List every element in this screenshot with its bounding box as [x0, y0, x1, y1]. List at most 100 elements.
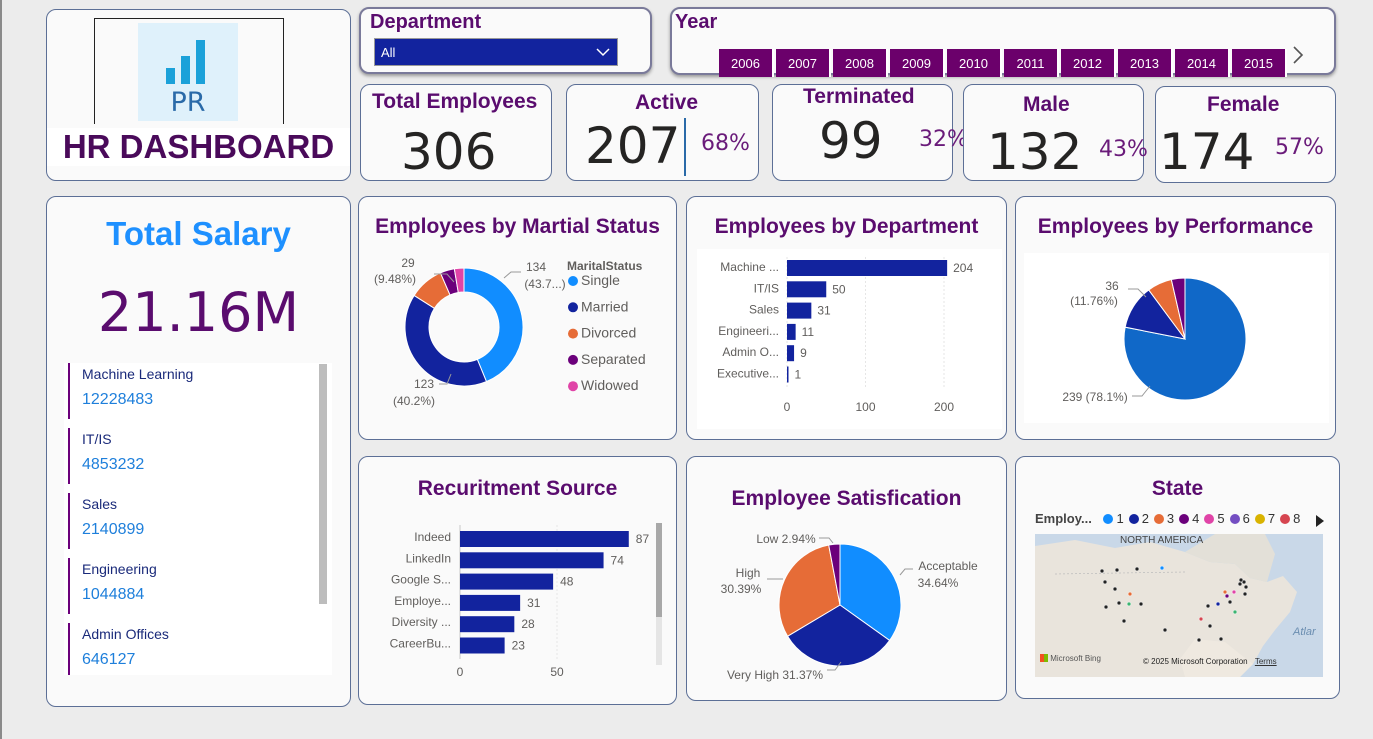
y-tick-label: CareerBu... — [390, 637, 451, 651]
kpi-active-divider — [684, 118, 686, 176]
salary-item-name: Admin Offices — [82, 626, 169, 642]
label-high-pct: 30.39% — [721, 582, 762, 596]
map-copyright: © 2025 Microsoft Corporation Terms — [1143, 657, 1277, 666]
state-map[interactable]: NORTH AMERICA Atlar Microsoft Bing © 202… — [1035, 534, 1323, 677]
salary-card: Total Salary 21.16M Machine Learning 1222… — [46, 196, 351, 707]
map-dot[interactable] — [1222, 589, 1228, 595]
legend-label-single: Single — [581, 272, 620, 288]
performance-label-a-pct: (11.76%) — [1070, 294, 1118, 308]
year-button-2011[interactable]: 2011 — [1004, 49, 1059, 77]
map-dot[interactable] — [1205, 603, 1211, 609]
year-button-2012[interactable]: 2012 — [1061, 49, 1116, 77]
bar[interactable] — [787, 302, 812, 319]
map-dot[interactable] — [1218, 636, 1224, 642]
year-button-2010[interactable]: 2010 — [947, 49, 1002, 77]
map-dot[interactable] — [1159, 565, 1165, 571]
bar[interactable] — [460, 616, 515, 633]
map-dot[interactable] — [1224, 593, 1230, 599]
leader-line-low — [819, 537, 834, 544]
map-dot[interactable] — [1243, 584, 1249, 590]
recruitment-scrollbar-thumb[interactable] — [656, 523, 662, 617]
performance-label-a: 36 — [1105, 279, 1119, 293]
bar[interactable] — [787, 260, 948, 276]
map-dot[interactable] — [1099, 568, 1105, 574]
bar-data-label: 1 — [795, 368, 802, 382]
year-button-2007[interactable]: 2007 — [776, 49, 831, 77]
salary-item-name: Engineering — [82, 561, 157, 577]
leader-line-acceptable — [899, 568, 913, 576]
department-bar-chart: 0 100 200 Machine ... 204 IT/IS 50 Sales 31 Engin… — [697, 249, 1002, 429]
map-dot[interactable] — [1232, 609, 1238, 615]
map-dot[interactable] — [1198, 616, 1204, 622]
legend-dot-widowed — [568, 381, 578, 392]
year-button-2009[interactable]: 2009 — [890, 49, 945, 77]
kpi-female-pct: 57% — [1275, 135, 1324, 160]
year-button-2013[interactable]: 2013 — [1118, 49, 1173, 77]
bar[interactable] — [460, 573, 554, 590]
map-dot[interactable] — [1112, 586, 1118, 592]
map-dot[interactable] — [1127, 591, 1133, 597]
kpi-male-label: Male — [1023, 93, 1070, 116]
y-tick-label: Indeed — [414, 530, 451, 544]
bar[interactable] — [787, 281, 827, 298]
state-legend-dot — [1254, 514, 1265, 524]
bar[interactable] — [787, 366, 789, 383]
year-button-2014[interactable]: 2014 — [1175, 49, 1230, 77]
map-dot[interactable] — [1196, 637, 1202, 643]
legend-next-icon[interactable] — [1315, 514, 1325, 528]
state-legend-label: 8 — [1293, 511, 1301, 526]
map-dot[interactable] — [1134, 566, 1140, 572]
map-dot[interactable] — [1138, 601, 1144, 607]
year-button-2006[interactable]: 2006 — [719, 49, 774, 77]
salary-list-item: Sales 2140899 — [68, 493, 308, 549]
bar[interactable] — [787, 323, 796, 340]
state-legend-item: 1 — [1103, 511, 1124, 526]
map-dot[interactable] — [1237, 581, 1243, 587]
kpi-terminated-value: 99 — [819, 112, 883, 170]
map-dot[interactable] — [1231, 589, 1237, 595]
x-tick-label: 0 — [784, 400, 791, 414]
bar[interactable] — [460, 594, 521, 611]
label-single: 134 — [526, 260, 546, 274]
bar[interactable] — [460, 531, 629, 547]
bar[interactable] — [787, 345, 795, 362]
map-dot[interactable] — [1116, 600, 1122, 606]
map-dot[interactable] — [1238, 577, 1244, 583]
slice-married[interactable] — [404, 294, 488, 387]
chevron-down-icon — [596, 48, 610, 57]
bing-label: Microsoft Bing — [1050, 654, 1101, 663]
map-dot[interactable] — [1215, 601, 1221, 607]
recruitment-scrollbar[interactable] — [656, 523, 662, 665]
bar[interactable] — [460, 637, 505, 654]
year-button-2015[interactable]: 2015 — [1232, 49, 1287, 77]
salary-list-scrollbar[interactable] — [319, 364, 327, 604]
state-legend-dot — [1128, 514, 1139, 524]
salary-list[interactable]: Machine Learning 12228483 IT/IS 4853232 Sale… — [64, 363, 332, 675]
map-dot[interactable] — [1103, 604, 1109, 610]
map-dot[interactable] — [1121, 618, 1127, 624]
legend-label-widowed: Widowed — [581, 377, 639, 393]
legend-label-married: Married — [581, 298, 628, 314]
chevron-right-icon[interactable] — [1291, 45, 1305, 65]
map-dot[interactable] — [1207, 623, 1213, 629]
bar-data-label: 31 — [817, 304, 831, 318]
kpi-terminated: Terminated 99 32% — [772, 84, 968, 181]
map-dot[interactable] — [1102, 579, 1108, 585]
map-terms-link[interactable]: Terms — [1255, 657, 1277, 666]
map-dot[interactable] — [1126, 601, 1132, 607]
map-dot[interactable] — [1114, 567, 1120, 573]
y-tick-label: Admin O... — [722, 345, 779, 359]
year-button-2008[interactable]: 2008 — [833, 49, 888, 77]
kpi-terminated-pct: 32% — [919, 127, 968, 152]
department-dropdown[interactable]: All — [374, 38, 618, 66]
map-dot[interactable] — [1242, 591, 1248, 597]
state-legend-label: 1 — [1116, 511, 1124, 526]
y-tick-label: Diversity ... — [392, 615, 451, 629]
x-tick-label: 100 — [855, 400, 875, 414]
map-dot[interactable] — [1162, 627, 1168, 633]
bar[interactable] — [460, 552, 604, 569]
state-legend-item: 6 — [1229, 511, 1250, 526]
map-dot[interactable] — [1227, 599, 1233, 605]
department-slicer-label: Department — [370, 11, 482, 33]
leader-line-single — [503, 271, 521, 279]
